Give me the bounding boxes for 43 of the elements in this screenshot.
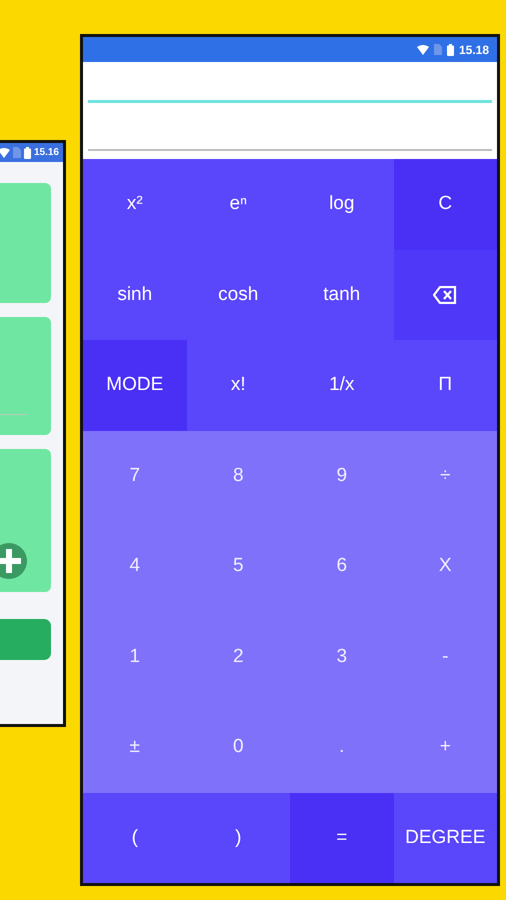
calculator-key[interactable]: 7 <box>83 430 186 521</box>
calculator-key[interactable]: + <box>394 702 497 792</box>
calculator-key[interactable]: . <box>290 702 394 792</box>
calculator-key[interactable]: C <box>394 159 497 250</box>
calculator-key[interactable]: 1 <box>83 612 186 702</box>
backspace-button[interactable] <box>394 250 497 340</box>
calculator-key[interactable]: = <box>290 792 394 883</box>
battery-icon <box>24 146 31 158</box>
calculator-key[interactable]: ( <box>83 792 186 883</box>
calculator-key[interactable]: 9 <box>290 430 394 521</box>
calculator-key[interactable]: X <box>394 521 497 612</box>
calculator-key[interactable]: 5 <box>186 521 290 612</box>
calculator-key[interactable]: log <box>290 159 394 250</box>
calculator-key[interactable]: x² <box>83 159 186 250</box>
calculator-key[interactable]: ÷ <box>394 430 497 521</box>
calculator-key[interactable]: - <box>394 612 497 702</box>
calculator-key[interactable]: 3 <box>290 612 394 702</box>
calculator-key[interactable]: cosh <box>186 250 290 340</box>
calculator-key[interactable]: 0 <box>186 702 290 792</box>
battery-icon <box>446 44 454 56</box>
calculator-key[interactable]: 4 <box>83 521 186 612</box>
status-time: 15.16 <box>34 147 59 158</box>
plus-button-icon[interactable] <box>0 543 27 579</box>
wifi-icon <box>0 148 10 158</box>
backspace-icon <box>433 286 458 304</box>
calculator-key[interactable]: 8 <box>186 430 290 521</box>
calculator-key[interactable]: 1/x <box>290 340 394 430</box>
calculator-key[interactable]: 6 <box>290 521 394 612</box>
calculator-key[interactable]: sinh <box>83 250 186 340</box>
calculator-key[interactable]: DEGREE <box>394 792 497 883</box>
calculator-key[interactable]: 2 <box>186 612 290 702</box>
status-time: 15.18 <box>458 42 489 56</box>
calculator-key[interactable]: MODE <box>83 340 186 430</box>
calculator-key[interactable]: tanh <box>290 250 394 340</box>
calculator-key[interactable]: Π <box>394 340 497 430</box>
calculator-key[interactable]: ) <box>186 792 290 883</box>
sim-icon <box>12 147 21 158</box>
calculator-key[interactable]: ± <box>83 702 186 792</box>
input-field[interactable] <box>88 100 492 103</box>
calculator-key[interactable]: x! <box>186 340 290 430</box>
wifi-icon <box>416 44 429 54</box>
calculator-key[interactable]: eⁿ <box>186 159 290 250</box>
sim-icon <box>434 44 442 55</box>
